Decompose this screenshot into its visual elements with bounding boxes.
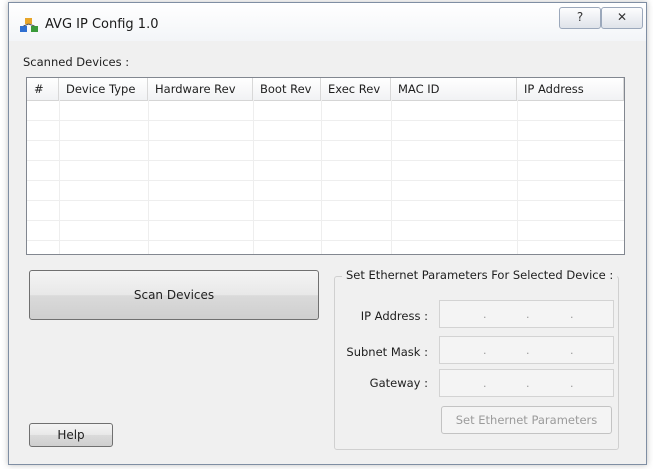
column-header-device-type[interactable]: Device Type xyxy=(59,78,148,100)
help-icon[interactable]: ? xyxy=(559,7,601,29)
network-icon xyxy=(20,18,38,32)
column-separator xyxy=(321,100,322,254)
gateway-label: Gateway : xyxy=(369,376,428,390)
ip-separator: . xyxy=(483,344,487,357)
column-separator xyxy=(59,100,60,254)
title-bar[interactable]: AVG IP Config 1.0 ? ✕ xyxy=(9,3,646,41)
column-header-exec-rev[interactable]: Exec Rev xyxy=(321,78,391,100)
subnet-mask-input[interactable]: . . . xyxy=(439,336,614,364)
ip-separator: . xyxy=(526,344,530,357)
gateway-input[interactable]: . . . xyxy=(439,369,614,397)
column-header-mac-id[interactable]: MAC ID xyxy=(391,78,517,100)
ip-separator: . xyxy=(570,344,574,357)
column-header-boot-rev[interactable]: Boot Rev xyxy=(253,78,321,100)
row-separator xyxy=(27,140,624,141)
close-icon[interactable]: ✕ xyxy=(601,7,643,29)
row-separator xyxy=(27,180,624,181)
column-separator xyxy=(253,100,254,254)
set-ethernet-parameters-button[interactable]: Set Ethernet Parameters xyxy=(441,406,612,434)
scan-devices-button[interactable]: Scan Devices xyxy=(29,270,319,320)
column-header-number[interactable]: # xyxy=(27,78,59,100)
column-separator xyxy=(148,100,149,254)
help-button[interactable]: Help xyxy=(29,423,113,447)
subnet-mask-label: Subnet Mask : xyxy=(346,345,428,359)
column-header-hardware-rev[interactable]: Hardware Rev xyxy=(148,78,253,100)
window-title: AVG IP Config 1.0 xyxy=(45,17,159,32)
column-header-ip-address[interactable]: IP Address xyxy=(517,78,624,100)
row-separator xyxy=(27,240,624,241)
ip-separator: . xyxy=(483,377,487,390)
row-separator xyxy=(27,160,624,161)
row-separator xyxy=(27,200,624,201)
ip-separator: . xyxy=(526,308,530,321)
ip-address-label: IP Address : xyxy=(360,309,428,323)
scanned-devices-label: Scanned Devices : xyxy=(23,55,130,69)
ip-address-input[interactable]: . . . xyxy=(439,300,614,328)
ip-separator: . xyxy=(483,308,487,321)
column-separator xyxy=(391,100,392,254)
ip-separator: . xyxy=(570,377,574,390)
row-separator xyxy=(27,120,624,121)
ethernet-group-title: Set Ethernet Parameters For Selected Dev… xyxy=(342,268,618,282)
column-separator xyxy=(517,100,518,254)
ip-separator: . xyxy=(570,308,574,321)
ip-separator: . xyxy=(526,377,530,390)
row-separator xyxy=(27,220,624,221)
devices-table[interactable]: # Device Type Hardware Rev Boot Rev Exec… xyxy=(26,77,625,255)
table-header: # Device Type Hardware Rev Boot Rev Exec… xyxy=(27,78,624,101)
